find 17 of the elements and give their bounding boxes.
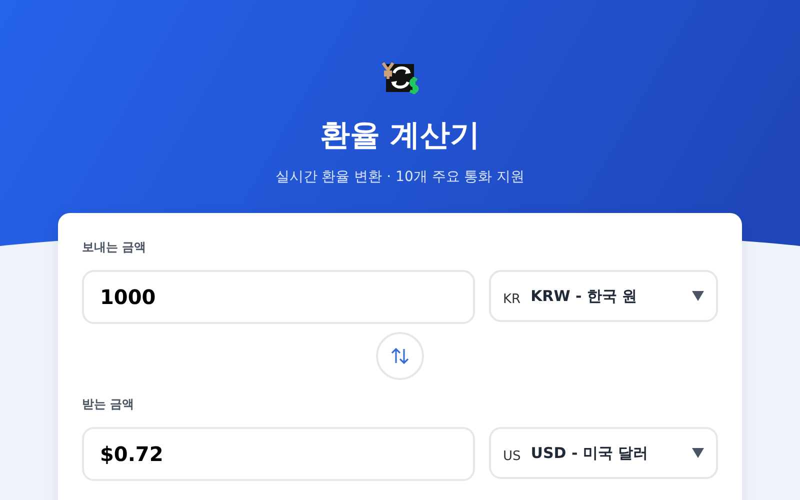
field-label: 받는 금액 xyxy=(82,396,136,413)
country-code: KR xyxy=(503,292,521,306)
swap-button[interactable] xyxy=(376,332,424,380)
app-subtitle: 실시간 환율 변환 · 10개 주요 통화 지원 xyxy=(275,168,525,186)
currency-name: USD - 미국 달러 xyxy=(530,444,650,462)
country-code: US xyxy=(503,448,521,464)
currency-select[interactable]: KR KRW - 한국 원 xyxy=(489,270,718,322)
result-field[interactable]: $0.72 xyxy=(82,427,475,481)
swap-icon xyxy=(390,346,410,366)
caret-icon xyxy=(692,291,704,301)
caret-icon xyxy=(692,448,704,458)
currency-select[interactable]: US USD - 미국 달러 xyxy=(489,427,718,479)
currency-exchange-icon xyxy=(380,60,420,96)
currency-name: KRW - 한국 원 xyxy=(530,286,638,306)
app-title: 환율 계산기 xyxy=(320,117,480,155)
amount-field[interactable]: 1000 xyxy=(82,270,475,324)
field-label: 보내는 금액 xyxy=(82,239,148,256)
